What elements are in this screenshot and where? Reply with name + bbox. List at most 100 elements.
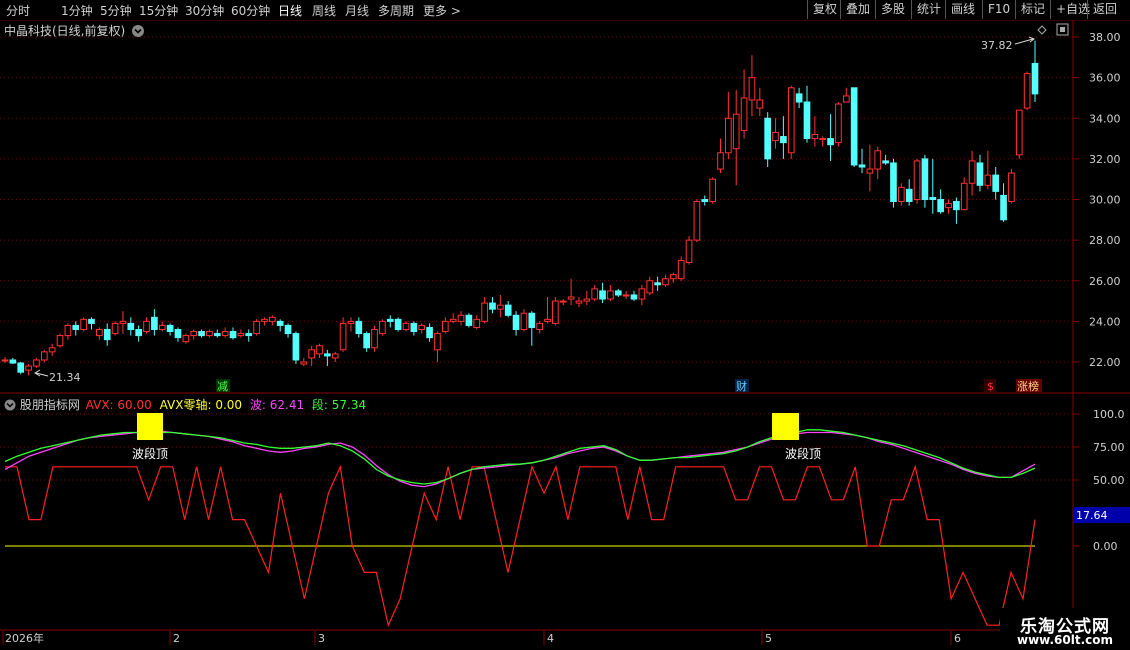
overlay-button[interactable]: 叠加 — [840, 0, 875, 19]
candle — [638, 284, 646, 306]
tab-60min[interactable]: 60分钟 — [231, 2, 270, 19]
candle — [842, 87, 850, 103]
candle-body — [756, 99, 764, 109]
candle-body — [190, 331, 198, 337]
candle — [528, 311, 536, 346]
candle — [182, 333, 190, 344]
candle-body — [143, 320, 150, 333]
candle — [103, 323, 111, 346]
indicator-chevron-icon[interactable] — [4, 399, 16, 411]
candle — [929, 158, 937, 214]
candle-body — [158, 324, 166, 330]
price-axis-label: 34.00 — [1089, 112, 1121, 125]
candle — [253, 319, 260, 336]
current-value: 17.64 — [1076, 509, 1108, 522]
candle-body — [842, 95, 850, 103]
multi-stock-button[interactable]: 多股 — [875, 0, 910, 19]
tab-monthly[interactable]: 月线 — [345, 2, 369, 19]
candle — [40, 349, 48, 362]
mark-button[interactable]: 标记 — [1015, 0, 1050, 19]
candle-body — [913, 160, 921, 200]
candle-body — [410, 322, 418, 333]
candle — [80, 317, 87, 332]
candle — [858, 148, 866, 174]
candle — [669, 272, 677, 283]
wave-top-label-2: 波段顶 — [785, 446, 821, 461]
candle-body — [662, 278, 669, 286]
candle-body — [866, 168, 874, 174]
candle — [151, 309, 158, 336]
candle — [512, 311, 520, 336]
candle-body — [599, 290, 606, 300]
candle — [921, 154, 929, 208]
candle-body — [976, 162, 984, 186]
back-button[interactable]: 返回 — [1087, 0, 1122, 19]
candle-body — [520, 312, 528, 330]
candle-body — [402, 322, 410, 330]
date-label-year: 2026年 — [5, 631, 44, 645]
price-axis-label: 36.00 — [1089, 72, 1121, 85]
candle-body — [331, 353, 339, 359]
more-label: 更多 — [423, 4, 448, 18]
candle-body — [355, 320, 363, 335]
candle — [143, 317, 150, 334]
candle-body — [772, 131, 779, 142]
tab-weekly[interactable]: 周线 — [312, 2, 336, 19]
candle — [953, 197, 960, 224]
candle — [268, 315, 276, 326]
indicator-axis: 100.0 75.00 50.00 0.00 — [1073, 408, 1125, 553]
tab-30min[interactable]: 30分钟 — [185, 2, 224, 19]
tab-1min[interactable]: 1分钟 — [61, 2, 93, 19]
tab-multi-period[interactable]: 多周期 — [378, 2, 414, 19]
candle — [552, 297, 559, 326]
candle — [174, 327, 182, 342]
candle — [559, 299, 567, 306]
candle — [316, 343, 323, 358]
candle-body — [72, 324, 80, 330]
candle — [418, 323, 426, 334]
candle — [213, 329, 221, 338]
candle-body — [945, 203, 952, 209]
candle — [890, 158, 897, 208]
candle-body — [465, 314, 473, 326]
chevron-down-icon[interactable] — [131, 24, 145, 38]
indicator-header: 股朋指标网 AVX: 60.00 AVX零轴: 0.00 波: 62.41 段:… — [4, 396, 366, 413]
f10-button[interactable]: F10 — [982, 0, 1015, 19]
candle — [284, 323, 292, 338]
indicator-name[interactable]: 股朋指标网 — [20, 398, 80, 412]
candle-body — [898, 186, 905, 203]
watermark: 乐淘公式网 www.60lt.com — [1000, 608, 1130, 650]
candle-body — [614, 290, 622, 296]
candle-body — [905, 188, 913, 203]
candle-body — [206, 331, 213, 337]
jian-marker-bg — [216, 379, 230, 392]
indicator-axis-label: 50.00 — [1093, 474, 1125, 487]
candle — [434, 331, 441, 362]
candle-body — [921, 158, 929, 200]
tab-15min[interactable]: 15分钟 — [139, 2, 178, 19]
candle — [355, 317, 363, 338]
candle-body — [685, 239, 693, 263]
tab-daily[interactable]: 日线 — [278, 2, 302, 19]
tab-5min[interactable]: 5分钟 — [100, 2, 132, 19]
tab-more[interactable]: 更多 > — [423, 2, 461, 19]
candle — [394, 317, 402, 332]
candle — [245, 329, 253, 342]
candle-body — [17, 362, 25, 373]
candle — [127, 317, 135, 336]
candle-body — [528, 312, 536, 328]
candle-body — [497, 304, 504, 310]
bo-value: 波: 62.41 — [249, 398, 305, 412]
window-toggle-icon — [1056, 23, 1069, 36]
draw-line-button[interactable]: 画线 — [945, 0, 980, 19]
candle-body — [725, 117, 732, 154]
candle-body — [984, 174, 992, 186]
candle-body — [701, 199, 709, 203]
stats-button[interactable]: 统计 — [911, 0, 946, 19]
candle-body — [426, 326, 433, 339]
tab-fenshi[interactable]: 分时 — [6, 2, 30, 19]
dollar-marker: $ — [987, 380, 994, 393]
fuquan-button[interactable]: 复权 — [807, 0, 842, 19]
candle — [88, 317, 95, 330]
candle — [984, 150, 992, 190]
